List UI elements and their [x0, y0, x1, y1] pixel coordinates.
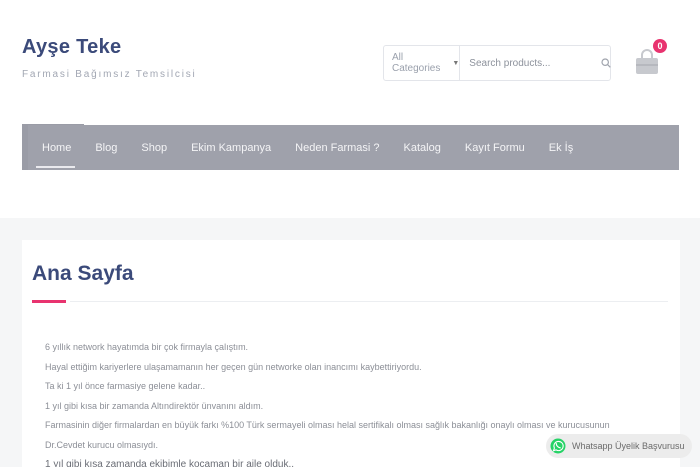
- product-search: All Categories ▼: [383, 45, 612, 81]
- content-paragraph: Ta ki 1 yıl önce farmasiye gelene kadar.…: [45, 381, 206, 391]
- title-divider: [70, 301, 668, 302]
- category-select[interactable]: All Categories ▼: [384, 46, 461, 80]
- search-input[interactable]: [460, 46, 602, 80]
- content-paragraph: 6 yıllık network hayatımda bir çok firma…: [45, 342, 249, 352]
- page-title: Ana Sayfa: [32, 262, 134, 285]
- whatsapp-icon: [550, 438, 566, 454]
- content-paragraph: 1 yıl gibi kısa bir zamanda Altındirektö…: [45, 400, 264, 411]
- site-tagline: Farmasi Bağımsız Temsilcisi: [22, 69, 197, 80]
- nav-item-home[interactable]: Home: [28, 125, 83, 170]
- caret-down-icon: ▼: [452, 59, 460, 67]
- site-header: Ayşe Teke Farmasi Bağımsız Temsilcisi Al…: [0, 0, 700, 218]
- site-title[interactable]: Ayşe Teke: [22, 36, 197, 59]
- nav-item-kayit-formu[interactable]: Kayıt Formu: [453, 125, 537, 170]
- brand[interactable]: Ayşe Teke Farmasi Bağımsız Temsilcisi: [22, 36, 197, 80]
- whatsapp-button-label: Whatsapp Üyelik Başvurusu: [572, 441, 685, 451]
- main-nav: Home Blog Shop Ekim Kampanya Neden Farma…: [28, 125, 679, 170]
- title-underline: [32, 300, 66, 303]
- category-select-value: All Categories: [392, 52, 441, 74]
- nav-item-shop[interactable]: Shop: [129, 125, 179, 170]
- content-paragraph: Farmasinin diğer firmalardan en büyük fa…: [45, 420, 610, 430]
- nav-item-ekim-kampanya[interactable]: Ekim Kampanya: [179, 125, 283, 170]
- content-card: Ana Sayfa 6 yıllık network hayatımda bir…: [22, 240, 680, 467]
- nav-item-neden-farmasi[interactable]: Neden Farmasi ?: [283, 125, 391, 170]
- whatsapp-button[interactable]: Whatsapp Üyelik Başvurusu: [546, 434, 692, 458]
- content-paragraph: Hayal ettiğim kariyerlere ulaşamamanın h…: [45, 361, 422, 372]
- nav-item-katalog[interactable]: Katalog: [392, 125, 453, 170]
- cart-count-badge: 0: [653, 39, 667, 53]
- search-icon[interactable]: [601, 58, 612, 68]
- nav-item-ek-is[interactable]: Ek İş: [537, 125, 585, 170]
- nav-item-blog[interactable]: Blog: [83, 125, 129, 170]
